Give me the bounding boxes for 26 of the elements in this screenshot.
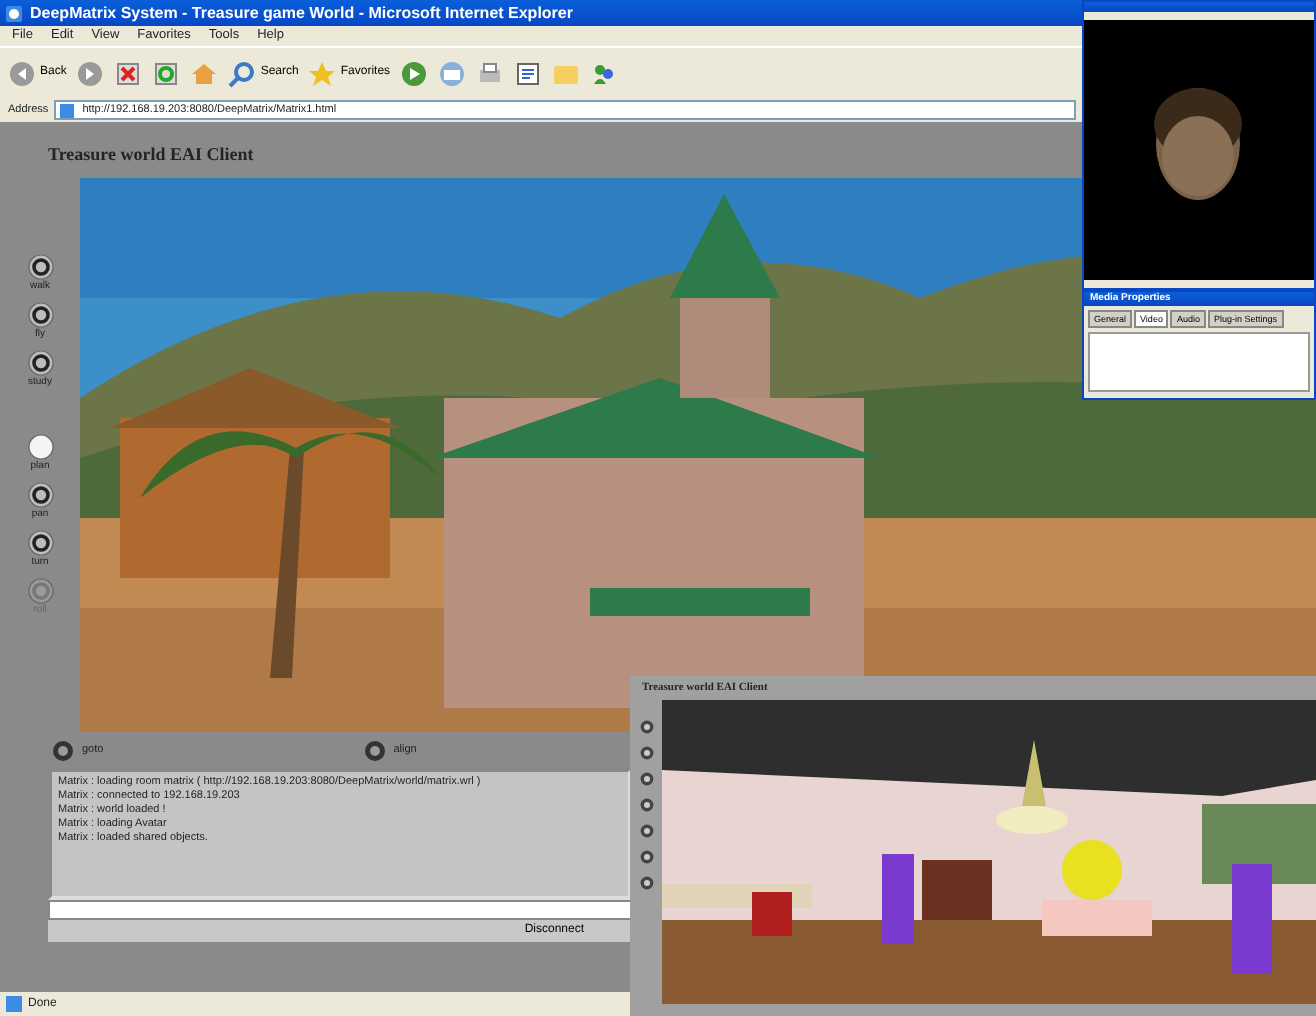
media-icon[interactable] [400, 59, 429, 87]
star-icon [308, 59, 337, 87]
disc-icon [52, 739, 74, 761]
disc-icon [363, 739, 386, 761]
ring-icon [27, 253, 53, 279]
message-input[interactable] [48, 899, 632, 919]
ie-icon [6, 5, 22, 21]
ring-icon [27, 301, 53, 327]
ring-icon [27, 577, 53, 603]
forward-icon[interactable] [76, 59, 105, 87]
people-icon[interactable] [590, 59, 619, 87]
ring-icon [27, 349, 53, 375]
search-icon [228, 59, 257, 87]
refresh-icon[interactable] [152, 59, 181, 87]
ring-icon [27, 433, 53, 459]
page-icon [6, 996, 22, 1012]
ring-icon [27, 481, 53, 507]
page-heading: Treasure world EAI Client [46, 142, 256, 168]
ring-icon [27, 529, 53, 555]
window-title: DeepMatrix System - Treasure game World - Microsoft Internet Explorer [30, 2, 573, 26]
page-icon [60, 103, 75, 117]
mail-icon[interactable] [438, 59, 467, 87]
back-icon [8, 59, 36, 87]
printer-icon[interactable] [476, 59, 505, 87]
document-icon[interactable] [514, 59, 543, 87]
stop-icon[interactable] [114, 59, 143, 87]
